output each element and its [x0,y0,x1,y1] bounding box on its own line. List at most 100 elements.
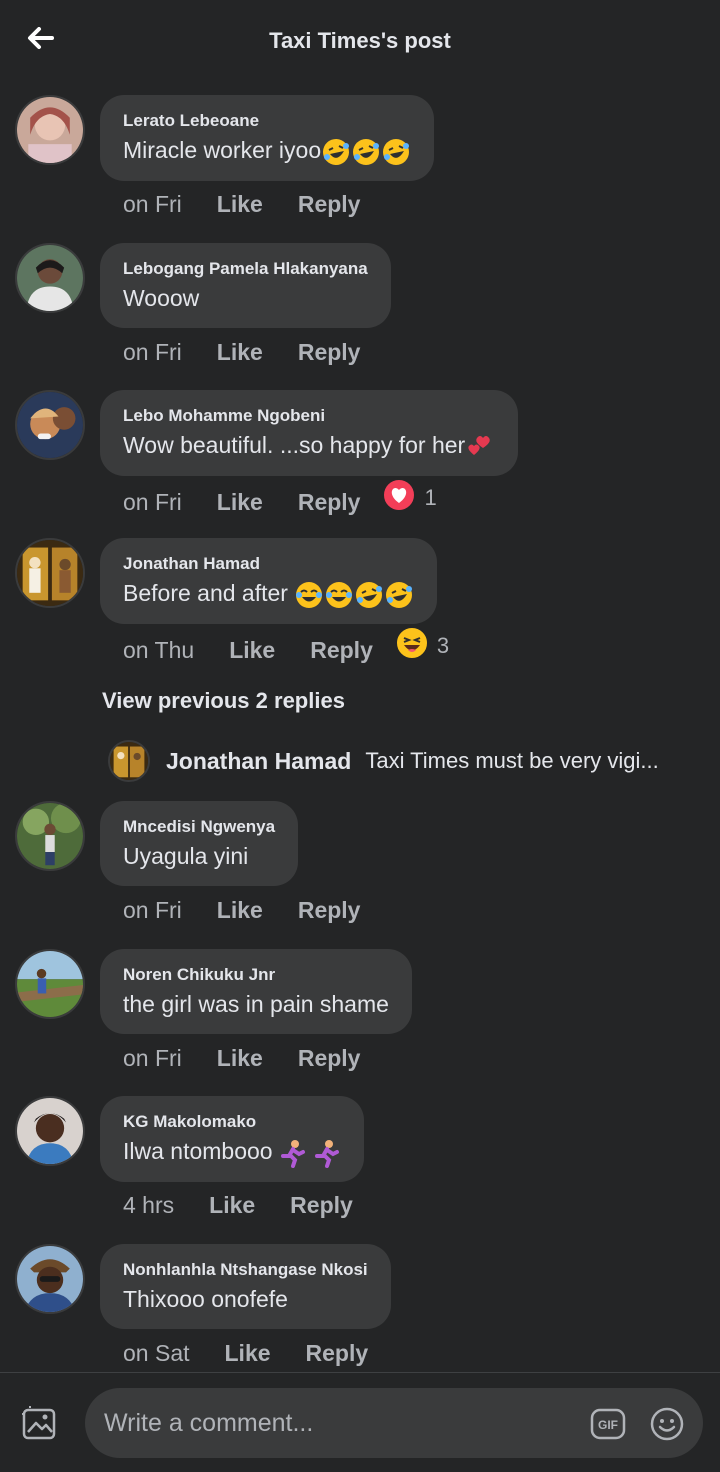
comment-actions: on Sat Like Reply [123,1340,368,1367]
avatar[interactable] [15,390,85,460]
gif-icon: GIF [590,1408,626,1444]
comment-time: on Thu [123,636,195,663]
comment-text-content: the girl was in pain shame [123,991,389,1017]
comment-text: Wooow [123,282,368,314]
like-button[interactable]: Like [217,191,263,218]
comment-bubble[interactable]: Lebogang Pamela Hlakanyana Wooow [100,243,391,328]
comment-text-content: Wooow [123,285,200,311]
reaction-count: 1 [424,485,437,510]
reply-button[interactable]: Reply [298,191,361,218]
comment-time: on Fri [123,897,182,923]
reply-button[interactable]: Reply [298,1045,361,1072]
avatar[interactable] [15,949,85,1019]
comment-bubble[interactable]: Nonhlanhla Ntshangase Nkosi Thixooo onof… [100,1244,391,1329]
reply-button[interactable]: Reply [310,637,373,664]
comment-author[interactable]: Lebogang Pamela Hlakanyana [123,258,368,280]
comment-author[interactable]: Mncedisi Ngwenya [123,816,275,838]
emoji-button[interactable] [650,1407,684,1441]
comment-author[interactable]: Nonhlanhla Ntshangase Nkosi [123,1259,368,1281]
photo-button[interactable] [20,1404,60,1444]
view-previous-replies-link[interactable]: View previous 2 replies [102,688,345,714]
comment-text-content: Thixooo onofefe [123,1286,288,1312]
header: Taxi Times's post [0,0,720,86]
runner-emoji-icon [311,1135,341,1168]
like-button[interactable]: Like [217,339,263,366]
avatar[interactable] [15,243,85,313]
photo-icon [20,1406,60,1448]
rofl-emoji-icon [351,134,381,167]
runner-emoji-icon [277,1135,307,1168]
like-button[interactable]: Like [217,489,263,516]
comment-time: on Fri [123,191,182,217]
rofl-emoji-icon [384,577,414,610]
like-button[interactable]: Like [229,637,275,664]
like-button[interactable]: Like [217,1045,263,1072]
comment-text: the girl was in pain shame [123,988,389,1020]
comment-actions: on Fri Like Reply [123,191,360,218]
rofl-emoji-icon [321,134,351,167]
joy-emoji-icon [324,577,354,610]
comment-author[interactable]: Lerato Lebeoane [123,110,411,132]
reaction-summary[interactable]: 3 [394,626,450,666]
comment-text: Ilwa ntombooo [123,1135,341,1168]
gif-button[interactable]: GIF [590,1408,626,1440]
comment-time: on Fri [123,1045,182,1071]
reply-button[interactable]: Reply [298,489,361,516]
love-reaction-icon [382,478,417,518]
joy-emoji-icon [294,577,324,610]
comment-time: on Fri [123,488,182,515]
comment-text: Wow beautiful. ...so happy for her [123,429,495,462]
avatar[interactable] [15,1096,85,1166]
comment-actions: 4 hrs Like Reply [123,1192,353,1219]
rofl-emoji-icon [354,577,384,610]
svg-text:GIF: GIF [598,1418,618,1432]
comment-text-content: Ilwa ntombooo [123,1138,273,1165]
avatar[interactable] [15,1244,85,1314]
like-button[interactable]: Like [217,897,263,924]
comment-text-content: Before and after [123,580,288,607]
avatar[interactable] [15,95,85,165]
comment-bubble[interactable]: KG Makolomako Ilwa ntombooo [100,1096,364,1182]
reply-button[interactable]: Reply [298,897,361,924]
comment-time: on Sat [123,1340,190,1366]
page-title: Taxi Times's post [269,28,451,53]
reply-button[interactable]: Reply [290,1192,353,1219]
comment-text-content: Wow beautiful. ...so happy for her [123,432,466,459]
smiley-icon [650,1407,684,1445]
comment-text: Miracle worker iyoo [123,134,411,167]
comment-bubble[interactable]: Lerato Lebeoane Miracle worker iyoo [100,95,435,181]
comment-bubble[interactable]: Noren Chikuku Jnr the girl was in pain s… [100,949,412,1034]
two-hearts-emoji-icon [465,429,495,462]
like-button[interactable]: Like [225,1340,271,1367]
avatar[interactable] [15,801,85,871]
like-button[interactable]: Like [209,1192,255,1219]
comment-composer: GIF [0,1372,720,1472]
reply-author[interactable]: Jonathan Hamad [166,748,351,775]
comment-text-content: Miracle worker iyoo [123,137,322,164]
comment-actions: on Fri Like Reply [123,897,360,924]
comment-actions: on Fri Like Reply 1 [123,478,437,518]
comment-author[interactable]: Jonathan Hamad [123,553,414,575]
comment-bubble[interactable]: Mncedisi Ngwenya Uyagula yini [100,801,299,886]
comment-author[interactable]: KG Makolomako [123,1111,341,1133]
reply-button[interactable]: Reply [298,339,361,366]
comment-bubble[interactable]: Lebo Mohamme Ngobeni Wow beautiful. ...s… [100,390,519,476]
comment-actions: on Fri Like Reply [123,1045,360,1072]
comment-actions: on Thu Like Reply 3 [123,626,449,666]
comment-actions: on Fri Like Reply [123,339,360,366]
comment-time: on Fri [123,339,182,365]
comment-text: Uyagula yini [123,840,275,872]
avatar[interactable] [108,740,150,782]
rofl-emoji-icon [381,134,411,167]
post-comments-screen: Taxi Times's post Lerato Lebeoane Miracl… [0,0,720,1472]
reply-preview[interactable]: Jonathan Hamad Taxi Times must be very v… [108,740,659,782]
avatar[interactable] [15,538,85,608]
comment-author[interactable]: Noren Chikuku Jnr [123,964,389,986]
comment-bubble[interactable]: Jonathan Hamad Before and after [100,538,437,624]
reply-button[interactable]: Reply [306,1340,369,1367]
comment-time: 4 hrs [123,1192,175,1218]
reaction-summary[interactable]: 1 [382,478,437,518]
comment-text: Before and after [123,577,414,610]
comment-author[interactable]: Lebo Mohamme Ngobeni [123,405,495,427]
reaction-count: 3 [436,633,450,658]
